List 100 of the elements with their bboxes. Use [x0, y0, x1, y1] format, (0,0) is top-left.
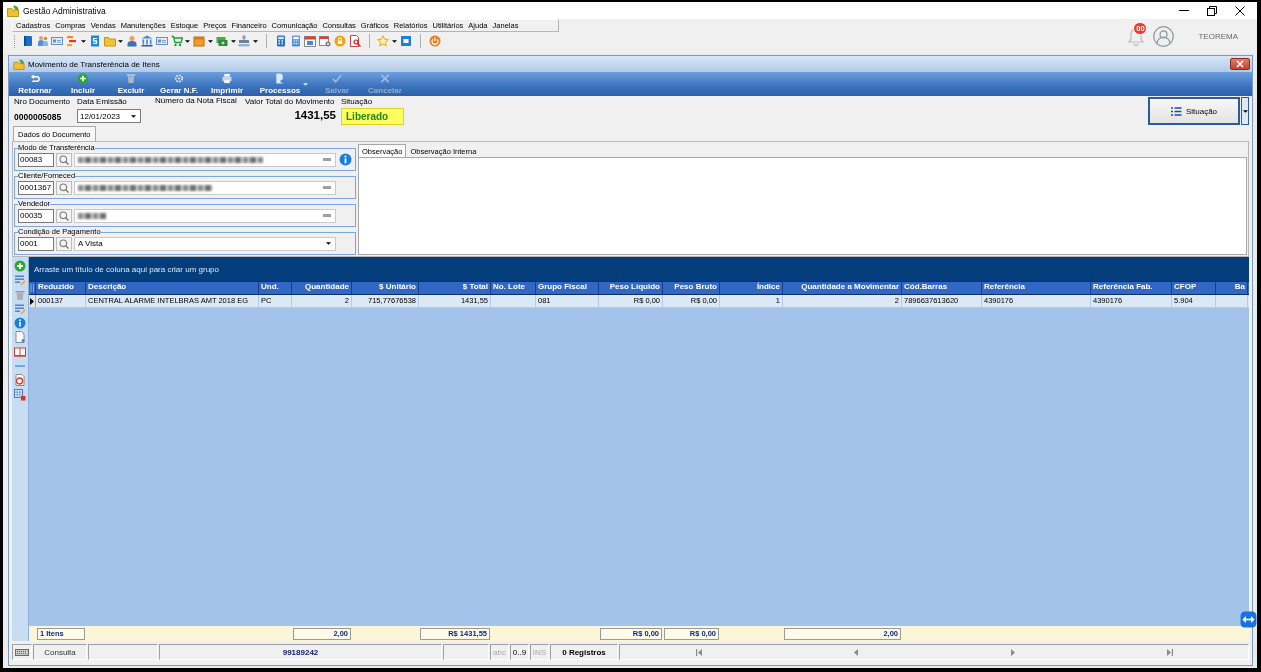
back-button[interactable]: Retornar — [11, 72, 59, 96]
code-field[interactable]: 00083 — [18, 152, 54, 167]
keyboard-icon — [15, 648, 29, 656]
open-book-icon[interactable] — [14, 345, 26, 358]
column-header[interactable]: $ Unitário — [352, 282, 419, 294]
column-header[interactable]: Referência — [982, 282, 1091, 294]
caret-icon[interactable] — [253, 39, 259, 43]
calendar-gear-icon[interactable] — [319, 35, 332, 47]
calculator-icon[interactable] — [274, 35, 287, 47]
column-header[interactable]: Reduzido — [36, 282, 86, 294]
calendar-icon[interactable] — [304, 35, 317, 47]
card-icon[interactable] — [51, 35, 64, 47]
window-title: Movimento de Transferência de Itens — [28, 59, 161, 69]
column-header[interactable]: Grupo Fiscal — [536, 282, 599, 294]
document-icon[interactable] — [14, 331, 26, 344]
status-button[interactable]: Situação — [1148, 97, 1240, 125]
close-icon — [1235, 5, 1245, 16]
caret-icon — [1242, 109, 1248, 113]
first-record-icon — [695, 648, 702, 656]
column-header[interactable]: Ba — [1216, 282, 1248, 294]
money-icon[interactable] — [215, 35, 228, 47]
add-button[interactable]: Incluir — [59, 72, 107, 96]
code-field[interactable]: 00035 — [18, 208, 54, 223]
field-label: Situação — [341, 97, 374, 107]
status-field: Liberado — [341, 108, 404, 125]
generate-invoice-button[interactable]: Gerar N.F. — [155, 72, 203, 96]
lookup-field[interactable] — [74, 152, 336, 167]
close-button[interactable] — [1230, 58, 1250, 70]
lookup-field[interactable] — [74, 208, 336, 223]
caret-icon[interactable] — [230, 39, 236, 43]
book-icon[interactable] — [21, 35, 34, 47]
column-header[interactable]: Descrição — [86, 282, 259, 294]
list-edit-icon[interactable] — [14, 302, 26, 315]
restore-icon — [1207, 5, 1217, 16]
caret-icon — [131, 114, 136, 118]
next-record-icon — [1010, 648, 1015, 656]
star-icon[interactable] — [377, 35, 390, 47]
last-record-icon — [1166, 648, 1173, 656]
record-count: 0 Registros — [550, 644, 618, 660]
column-header[interactable]: Referência Fab. — [1091, 282, 1172, 294]
search-button[interactable] — [56, 180, 72, 195]
search-button[interactable] — [56, 236, 72, 251]
caret-icon[interactable] — [81, 39, 86, 43]
dash-icon — [323, 186, 331, 189]
processes-button[interactable]: Processos — [251, 72, 313, 96]
column-header[interactable]: Und. — [259, 282, 292, 294]
dropdown-field[interactable]: A Vista — [74, 236, 336, 251]
input-mode-indicator: INS — [530, 644, 549, 660]
column-header[interactable]: Cód.Barras — [902, 282, 982, 294]
group-by-hint: Arraste um título de coluna aqui para criar um grupo — [34, 264, 219, 274]
close-icon — [1236, 60, 1244, 68]
column-header[interactable]: CFOP — [1172, 282, 1216, 294]
user-icon[interactable] — [1153, 25, 1175, 47]
printer-icon — [221, 73, 233, 84]
info-button[interactable] — [338, 152, 353, 167]
add-icon — [77, 73, 89, 84]
lookup-field[interactable] — [74, 180, 336, 195]
list-edit-icon[interactable] — [14, 274, 26, 287]
print-button[interactable]: Imprimir — [203, 72, 251, 96]
column-header[interactable]: Quantidade a Movimentar — [783, 282, 902, 294]
delete-button[interactable]: Excluir — [107, 72, 155, 96]
notes-field[interactable] — [358, 158, 1247, 255]
column-header[interactable]: Peso Líquido — [599, 282, 663, 294]
bar-list-icon[interactable] — [66, 35, 79, 47]
dollar-document-icon[interactable] — [88, 35, 101, 47]
column-header[interactable]: $ Total — [419, 282, 491, 294]
column-header[interactable]: Peso Bruto — [663, 282, 720, 294]
power-icon[interactable] — [428, 35, 441, 47]
document-refresh-icon[interactable] — [14, 374, 26, 387]
cross-icon — [379, 73, 391, 84]
search-icon — [59, 210, 69, 221]
caret-icon[interactable] — [185, 39, 191, 43]
add-icon[interactable] — [14, 260, 26, 272]
card-icon[interactable] — [155, 35, 168, 47]
window-icon[interactable] — [399, 35, 412, 47]
caret-icon[interactable] — [207, 39, 213, 43]
column-header[interactable]: Quantidade — [292, 282, 352, 294]
table-icon[interactable] — [14, 388, 26, 401]
status-panel — [88, 644, 158, 660]
caret-icon[interactable] — [118, 39, 124, 43]
caret-icon[interactable] — [392, 39, 398, 43]
grip-icon — [29, 283, 35, 293]
person-icon[interactable] — [126, 35, 139, 47]
search-button[interactable] — [56, 208, 72, 223]
trash-icon[interactable] — [14, 288, 26, 301]
date-field[interactable]: 12/01/2023 — [77, 109, 141, 123]
search-button[interactable] — [56, 152, 72, 167]
info-icon[interactable] — [14, 317, 26, 330]
code-field[interactable]: 0001 — [18, 236, 54, 251]
input-mode-indicator: abc — [490, 644, 509, 660]
bank-icon[interactable] — [140, 35, 153, 47]
dropdown-button[interactable] — [1241, 97, 1249, 125]
code-field[interactable]: 0001367 — [18, 180, 54, 195]
column-header[interactable]: Índice — [720, 282, 783, 294]
column-header[interactable]: No. Lote — [491, 282, 536, 294]
input-mode-indicator: 0..9 — [510, 644, 529, 660]
stamp-icon[interactable] — [238, 35, 251, 47]
calculator-icon[interactable] — [289, 35, 302, 47]
document-search-icon[interactable] — [348, 35, 361, 47]
field-label: Data Emissão — [77, 97, 128, 107]
